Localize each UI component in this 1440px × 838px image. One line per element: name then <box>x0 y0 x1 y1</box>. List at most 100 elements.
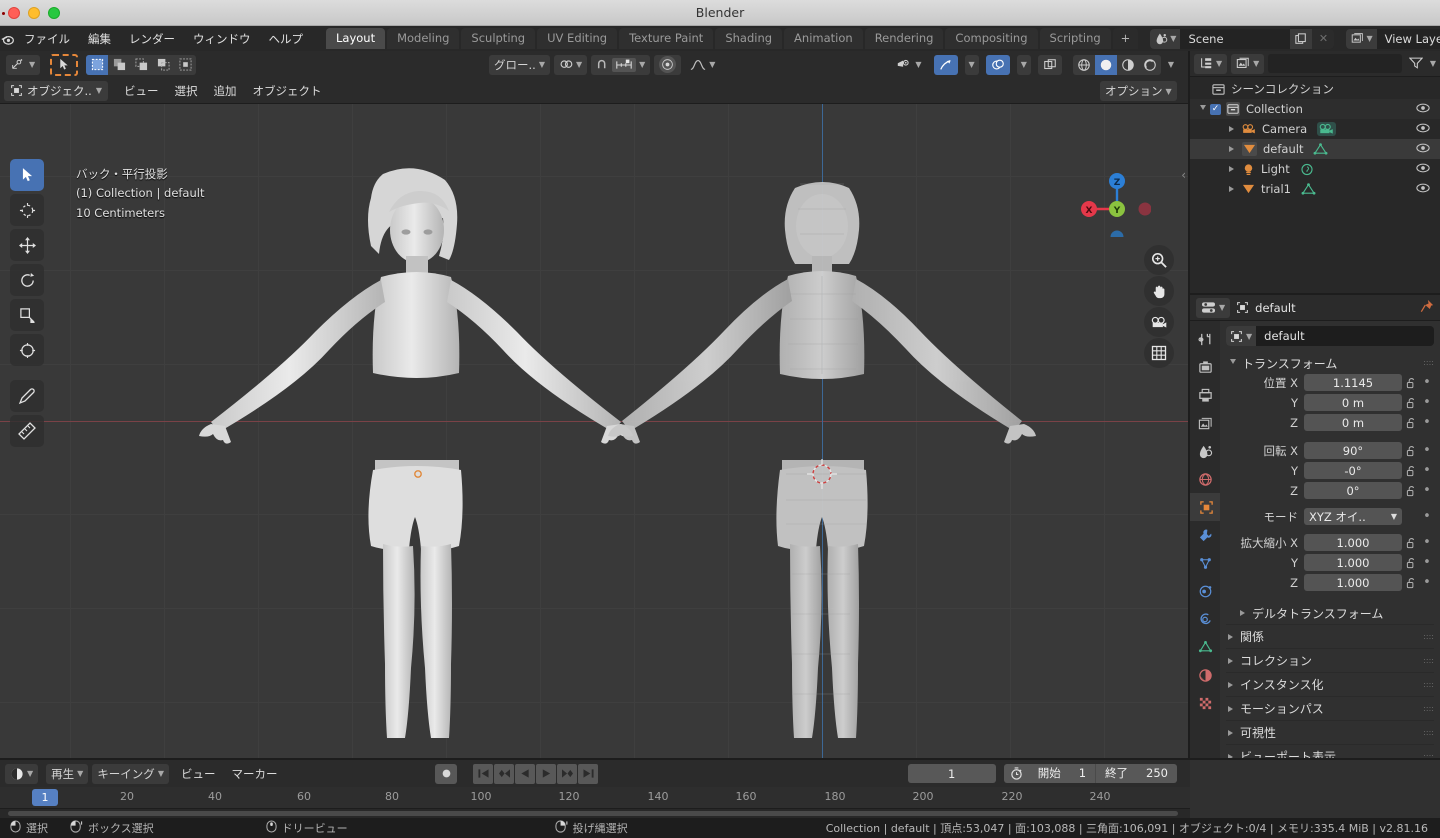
frame-end-value[interactable]: 250 <box>1137 764 1177 783</box>
relations-disclosure-icon[interactable] <box>1228 633 1233 640</box>
zoom-view-button[interactable] <box>1144 245 1174 275</box>
tool-transform[interactable] <box>10 334 44 366</box>
section-relations[interactable]: 関係 :::: <box>1226 624 1434 648</box>
select-subtract-button[interactable] <box>130 55 152 75</box>
rotation-z-field[interactable]: 0° <box>1304 482 1402 499</box>
scale-x-lock-icon[interactable] <box>1402 537 1420 549</box>
view-layer-icon[interactable]: ▼ <box>1346 28 1377 49</box>
tool-scale[interactable] <box>10 299 44 331</box>
scale-z-lock-icon[interactable] <box>1402 577 1420 589</box>
outliner-filter-icon[interactable] <box>1406 56 1426 72</box>
toggle-orthographic-button[interactable] <box>1144 338 1174 368</box>
scale-x-animate-dot[interactable]: • <box>1420 535 1434 550</box>
blender-logo-icon[interactable] <box>0 26 15 51</box>
viewport-menu-view[interactable]: ビュー <box>116 81 167 101</box>
timeline-menu-marker[interactable]: マーカー <box>223 764 285 784</box>
menu-render[interactable]: レンダー <box>120 29 184 49</box>
tab-modeling[interactable]: Modeling <box>387 28 460 49</box>
properties-tab-render[interactable] <box>1190 353 1220 381</box>
tab-animation[interactable]: Animation <box>784 28 863 49</box>
scene-id-block[interactable]: ▼ Scene ✕ <box>1150 28 1335 49</box>
properties-tab-world[interactable] <box>1190 465 1220 493</box>
tool-rotate[interactable] <box>10 264 44 296</box>
outliner-row-default[interactable]: default <box>1190 139 1440 159</box>
transform-orientation-dropdown[interactable]: グロー.. ▼ <box>489 54 550 75</box>
object-id-icon[interactable]: ▼ <box>1226 326 1257 346</box>
frame-range-group[interactable]: 開始 1 終了 250 <box>1003 764 1177 783</box>
timeline-menu-playback[interactable]: 再生 ▼ <box>46 763 89 784</box>
rotation-z-row[interactable]: Z 0° • <box>1226 481 1434 500</box>
scale-x-field[interactable]: 1.000 <box>1304 534 1402 551</box>
frame-end-label[interactable]: 終了 <box>1095 764 1137 783</box>
location-y-lock-icon[interactable] <box>1402 397 1420 409</box>
auto-keying-toggle[interactable] <box>435 763 458 784</box>
tab-shading[interactable]: Shading <box>715 28 783 49</box>
location-x-lock-icon[interactable] <box>1402 377 1420 389</box>
tweak-tool-active-indicator[interactable] <box>50 53 79 76</box>
add-workspace-button[interactable]: + <box>1112 28 1139 49</box>
shading-mode-group[interactable] <box>1072 54 1161 75</box>
scene-name[interactable]: Scene <box>1180 28 1291 49</box>
properties-editor[interactable]: ▼ default ▼ default トランスフォーム:::: 位置 X 1… <box>1190 295 1440 760</box>
timeline-ruler[interactable]: 1 20 40 60 80 100 120 140 160 180 200 22… <box>0 787 1190 809</box>
location-x-field[interactable]: 1.1145 <box>1304 374 1402 391</box>
properties-tab-material[interactable] <box>1190 661 1220 689</box>
timeline-playhead[interactable]: 1 <box>32 789 58 806</box>
rotation-y-animate-dot[interactable]: • <box>1420 463 1434 478</box>
shading-material-button[interactable] <box>1117 55 1139 75</box>
sidebar-expand-arrow-icon[interactable]: ‹ <box>1181 168 1186 182</box>
location-z-lock-icon[interactable] <box>1402 417 1420 429</box>
disclosure-triangle-light[interactable] <box>1224 166 1238 172</box>
proportional-editing-toggle[interactable] <box>654 54 682 75</box>
outliner-display-mode-dropdown[interactable]: ▼ <box>1231 53 1265 74</box>
window-controls[interactable] <box>8 7 60 19</box>
timeline-scrollbar[interactable] <box>8 811 1178 816</box>
shading-wireframe-button[interactable] <box>1073 55 1095 75</box>
rotation-y-lock-icon[interactable] <box>1402 465 1420 477</box>
scale-y-animate-dot[interactable]: • <box>1420 555 1434 570</box>
rotation-x-animate-dot[interactable]: • <box>1420 443 1434 458</box>
menu-window[interactable]: ウィンドウ <box>184 29 260 49</box>
tab-compositing[interactable]: Compositing <box>945 28 1038 49</box>
viewport-menu-select[interactable]: 選択 <box>166 81 205 101</box>
tool-measure[interactable] <box>10 415 44 447</box>
instancing-disclosure-icon[interactable] <box>1228 681 1233 688</box>
prev-keyframe-button[interactable] <box>494 763 515 784</box>
timeline-menu-keying[interactable]: キーイング ▼ <box>92 763 169 784</box>
properties-tab-strip[interactable] <box>1190 321 1220 760</box>
object-id-field[interactable]: ▼ default <box>1226 326 1434 346</box>
timeline-editor-type-button[interactable]: ▼ <box>5 763 39 784</box>
location-y-row[interactable]: Y 0 m • <box>1226 393 1434 412</box>
new-scene-button[interactable] <box>1290 28 1313 49</box>
location-z-animate-dot[interactable]: • <box>1420 415 1434 430</box>
close-window-button[interactable] <box>8 7 20 19</box>
outliner-row-camera[interactable]: Camera <box>1190 119 1440 139</box>
select-extend-button[interactable] <box>108 55 130 75</box>
camera-view-button[interactable] <box>1144 307 1174 337</box>
rotation-mode-animate-dot[interactable]: • <box>1420 509 1434 524</box>
scale-z-row[interactable]: Z 1.000 • <box>1226 573 1434 592</box>
viewport-options-dropdown[interactable]: オプション ▼ <box>1100 81 1177 101</box>
delta-transform-panel-header[interactable]: デルタトランスフォーム <box>1226 602 1434 624</box>
tab-scripting[interactable]: Scripting <box>1039 28 1111 49</box>
transform-panel-header[interactable]: トランスフォーム :::: <box>1226 353 1434 373</box>
outliner-tree[interactable]: シーンコレクション ✓ Collection Camera default Li… <box>1190 77 1440 199</box>
collections-disclosure-icon[interactable] <box>1228 657 1233 664</box>
jump-to-start-button[interactable] <box>473 763 494 784</box>
location-y-field[interactable]: 0 m <box>1304 394 1402 411</box>
playback-controls[interactable] <box>473 763 599 784</box>
timeline-menu-view[interactable]: ビュー <box>173 764 224 784</box>
viewport-menu-add[interactable]: 追加 <box>205 81 244 101</box>
camera-visibility-eye-icon[interactable] <box>1416 122 1430 137</box>
scale-y-lock-icon[interactable] <box>1402 557 1420 569</box>
scale-y-row[interactable]: Y 1.000 • <box>1226 553 1434 572</box>
properties-tab-particles[interactable] <box>1190 549 1220 577</box>
rotation-mode-dropdown[interactable]: XYZ オイ.. ▼ <box>1304 508 1402 525</box>
mesh-data-icon-trial1[interactable] <box>1301 182 1316 196</box>
disclosure-triangle-trial1[interactable] <box>1224 186 1238 192</box>
tab-layout[interactable]: Layout <box>326 28 386 49</box>
tab-rendering[interactable]: Rendering <box>864 28 944 49</box>
outliner-search-input[interactable] <box>1268 54 1402 73</box>
scene-icon[interactable]: ▼ <box>1150 28 1181 49</box>
rotation-x-lock-icon[interactable] <box>1402 445 1420 457</box>
